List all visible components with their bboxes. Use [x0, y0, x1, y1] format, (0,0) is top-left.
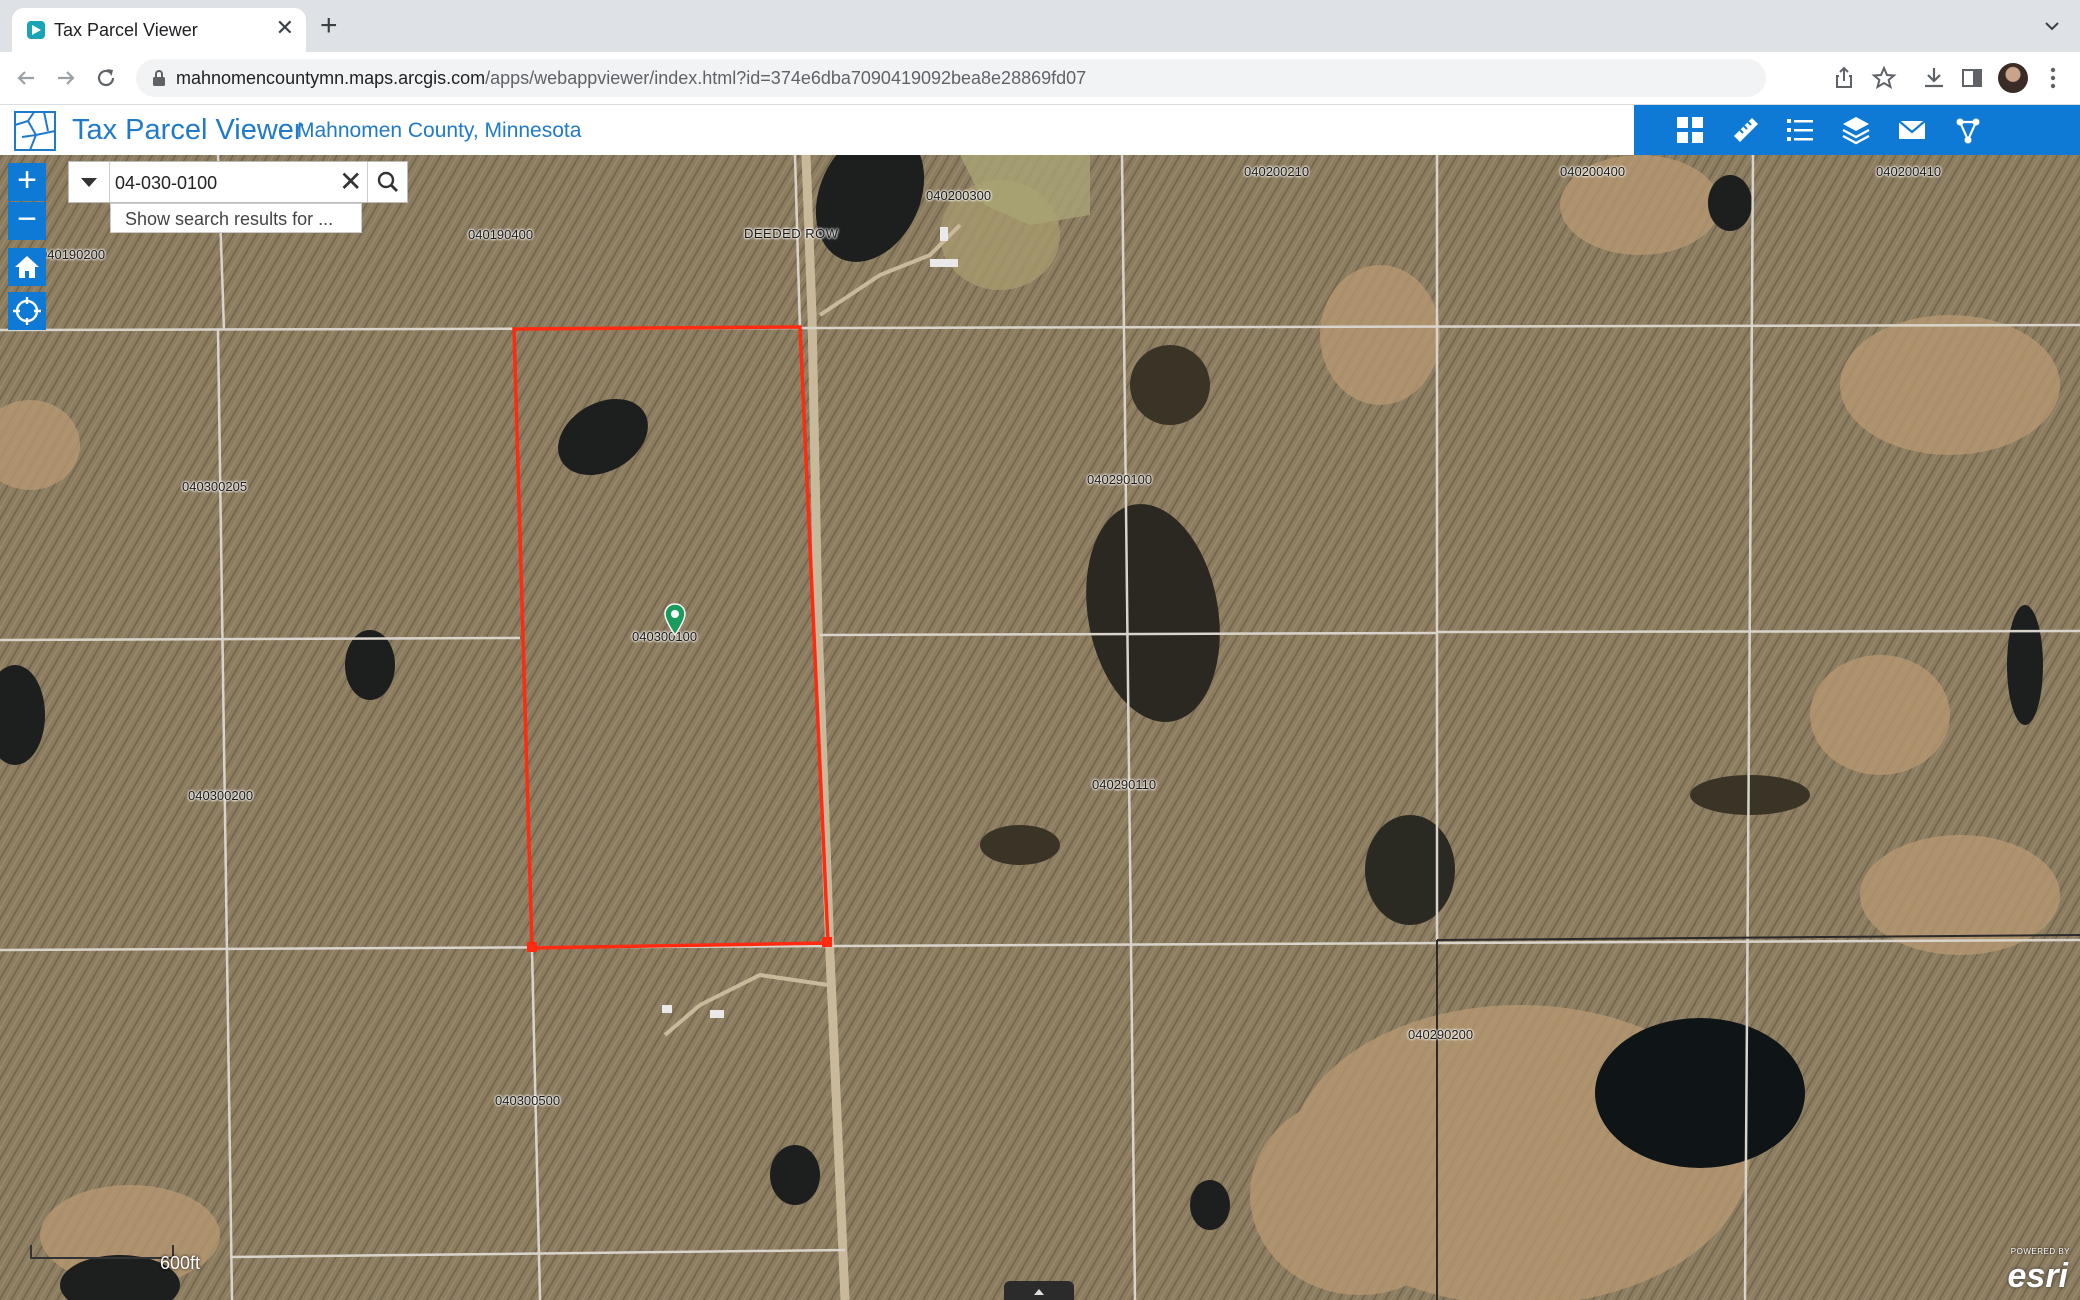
esri-logo[interactable]: POWERED BY esri	[1994, 1247, 2074, 1297]
tab-title: Tax Parcel Viewer	[54, 20, 198, 40]
parcel-label-040300500: 040300500	[495, 1093, 561, 1108]
forward-arrow-icon[interactable]	[52, 64, 80, 92]
home-button[interactable]	[8, 248, 46, 286]
parcel-label-040300200: 040300200	[188, 788, 254, 803]
grid-icon[interactable]	[1674, 114, 1706, 146]
scale-bar	[30, 1245, 174, 1259]
tab-close-button[interactable]: ✕	[276, 17, 294, 39]
search-icon	[377, 171, 398, 192]
app-title: Tax Parcel Viewer	[72, 114, 304, 146]
parcel-label-040200410: 040200410	[1876, 164, 1942, 179]
map-pin-icon[interactable]	[664, 603, 686, 637]
share-icon[interactable]	[1952, 114, 1984, 146]
address-bar[interactable]: mahnomencountymn.maps.arcgis.com/apps/we…	[136, 59, 1766, 97]
arcgis-favicon-icon	[27, 21, 45, 39]
locate-icon	[13, 297, 41, 325]
parcel-label-040300205: 040300205	[182, 479, 248, 494]
parcel-label-040290100: 040290100	[1087, 472, 1153, 487]
search-widget: ✕	[68, 161, 408, 203]
search-input[interactable]	[113, 164, 359, 202]
esri-powered-by: POWERED BY	[2010, 1247, 2070, 1256]
zoom-in-button[interactable]: +	[8, 163, 46, 201]
parcel-label-040190200: 040190200	[40, 247, 106, 262]
share-page-icon[interactable]	[1830, 64, 1858, 92]
bookmark-star-icon[interactable]	[1870, 64, 1898, 92]
parcel-label-040200400: 040200400	[1560, 164, 1626, 179]
aerial-imagery	[0, 155, 2080, 1300]
url-text[interactable]: mahnomencountymn.maps.arcgis.com/apps/we…	[176, 68, 1086, 89]
parcel-label-040290110: 040290110	[1092, 777, 1157, 792]
parcel-label-040190400: 040190400	[468, 227, 534, 242]
mail-icon[interactable]	[1896, 114, 1928, 146]
url-path: /apps/webappviewer/index.html?id=374e6db…	[485, 68, 1087, 88]
list-icon[interactable]	[1784, 114, 1816, 146]
search-source-dropdown[interactable]	[69, 162, 110, 202]
locate-button[interactable]	[8, 292, 46, 330]
app-logo-icon	[14, 111, 56, 151]
search-clear-button[interactable]: ✕	[339, 168, 362, 196]
map-view[interactable]: 040190200 040190400 040200300 040200210 …	[0, 155, 2080, 1300]
back-arrow-icon[interactable]	[12, 64, 40, 92]
caret-down-icon	[81, 178, 97, 187]
parcel-label-040200210: 040200210	[1244, 164, 1310, 179]
chevron-up-icon	[1034, 1289, 1044, 1295]
parcel-label-040290200: 040290200	[1408, 1027, 1474, 1042]
measure-icon[interactable]	[1730, 114, 1762, 146]
profile-avatar[interactable]	[1998, 63, 2028, 93]
app-subtitle: Mahnomen County, Minnesota	[297, 119, 582, 142]
browser-tab[interactable]: Tax Parcel Viewer ✕	[12, 8, 306, 52]
esri-name: esri	[2007, 1257, 2069, 1295]
attribution-toggle[interactable]	[1004, 1281, 1074, 1300]
reload-icon[interactable]	[92, 64, 120, 92]
search-suggestion[interactable]: Show search results for ...	[110, 203, 362, 233]
lock-icon[interactable]	[152, 69, 166, 87]
zoom-out-button[interactable]: −	[8, 202, 46, 240]
side-panel-icon[interactable]	[1958, 64, 1986, 92]
new-tab-button[interactable]: +	[320, 11, 338, 41]
tab-search-chevron-icon[interactable]	[2042, 16, 2062, 36]
browser-tabstrip: Tax Parcel Viewer ✕ +	[0, 0, 2080, 52]
scale-label: 600ft	[160, 1253, 201, 1273]
widget-toolbar	[1634, 105, 2080, 155]
layers-icon[interactable]	[1840, 114, 1872, 146]
home-icon	[15, 256, 39, 278]
app-header: Tax Parcel Viewer Mahnomen County, Minne…	[0, 105, 2080, 155]
search-button[interactable]	[367, 162, 408, 202]
browser-menu-icon[interactable]	[2050, 66, 2056, 90]
download-icon[interactable]	[1920, 64, 1948, 92]
road-label: DEEDED ROW	[744, 226, 839, 241]
browser-toolbar: mahnomencountymn.maps.arcgis.com/apps/we…	[0, 52, 2080, 105]
url-host: mahnomencountymn.maps.arcgis.com	[176, 68, 486, 88]
parcel-label-040200300: 040200300	[926, 188, 992, 203]
